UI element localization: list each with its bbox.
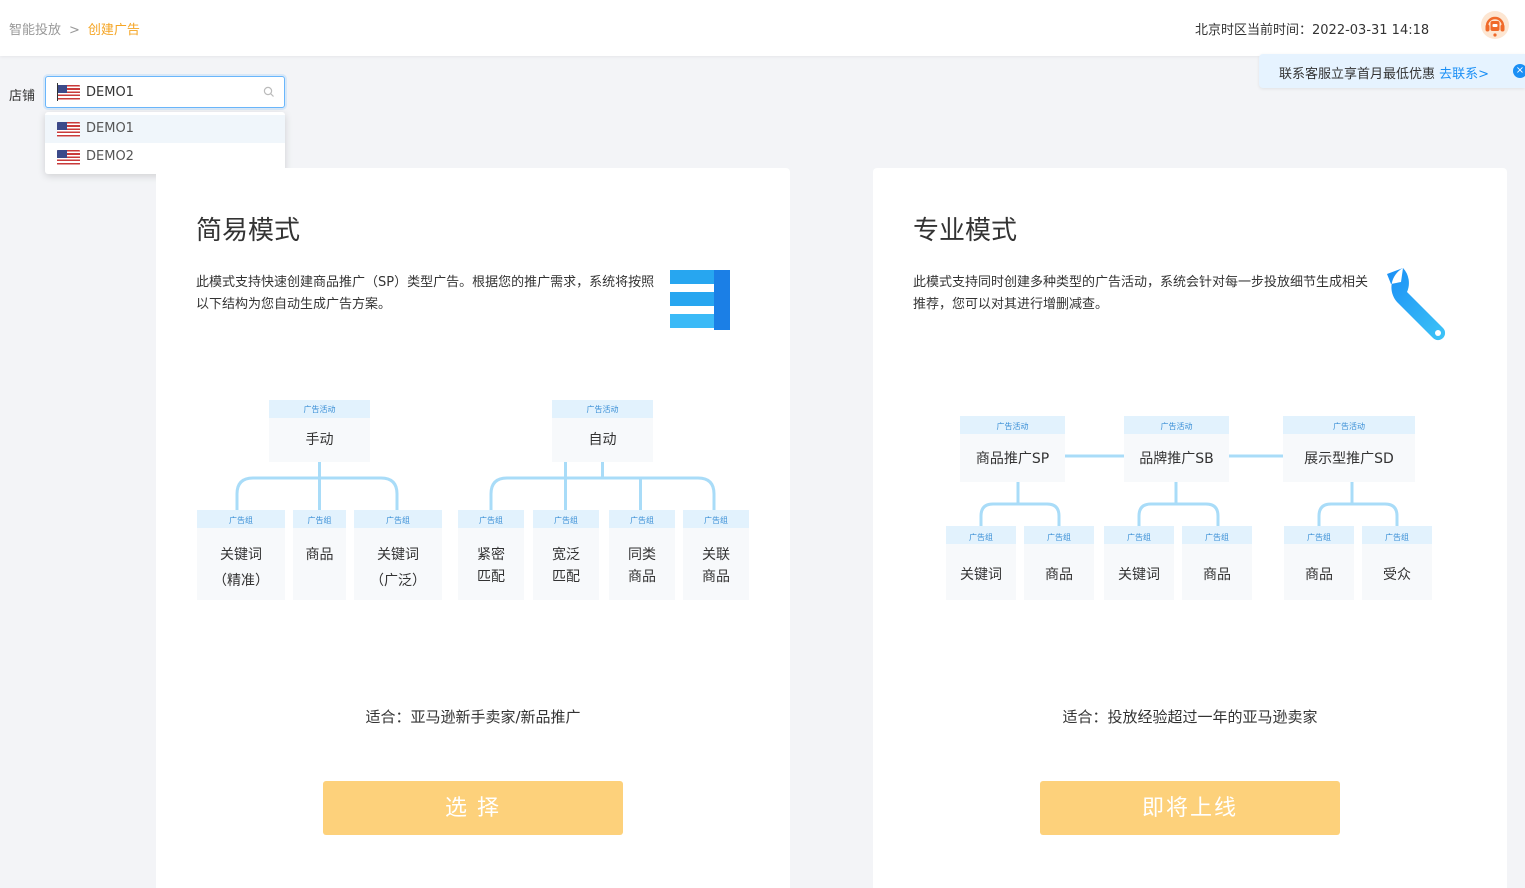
- shop-option-label: DEMO1: [86, 121, 134, 136]
- shop-select-value: DEMO1: [86, 85, 134, 100]
- ad-group-node: 广告组 紧密 匹配: [458, 510, 524, 600]
- promo-text: 联系客服立享首月最低优惠: [1279, 67, 1435, 82]
- svg-text:广告活动: 广告活动: [1333, 421, 1365, 431]
- promo-close-icon[interactable]: ×: [1513, 64, 1525, 78]
- customer-service-icon[interactable]: [1480, 10, 1510, 40]
- ad-group-node: 广告组 商品: [1024, 526, 1094, 600]
- svg-text:广告组: 广告组: [479, 515, 503, 525]
- svg-text:同类: 同类: [628, 547, 656, 563]
- shop-option-demo2[interactable]: DEMO2: [45, 143, 285, 171]
- svg-text:商品: 商品: [702, 569, 730, 585]
- ad-group-node: 广告组 关联 商品: [683, 510, 749, 600]
- svg-text:广告组: 广告组: [386, 515, 410, 525]
- svg-text:广告活动: 广告活动: [587, 404, 619, 414]
- pro-mode-card: 专业模式 此模式支持同时创建多种类型的广告活动，系统会针对每一步投放细节生成相关…: [873, 168, 1507, 888]
- breadcrumb-current: 创建广告: [88, 23, 140, 38]
- svg-text:宽泛: 宽泛: [552, 546, 580, 563]
- breadcrumb: 智能投放 > 创建广告: [9, 19, 140, 38]
- svg-text:商品: 商品: [1045, 567, 1073, 583]
- us-flag-icon: [57, 85, 80, 100]
- ad-group-node: 广告组 关键词: [946, 526, 1016, 600]
- svg-text:展示型推广SD: 展示型推广SD: [1304, 451, 1394, 467]
- svg-text:广告组: 广告组: [1127, 532, 1151, 542]
- shop-label: 店铺: [9, 85, 35, 104]
- svg-text:广告组: 广告组: [704, 515, 728, 525]
- promo-banner: 联系客服立享首月最低优惠 去联系> ×: [1259, 54, 1525, 88]
- svg-text:自动: 自动: [589, 432, 617, 448]
- svg-text:关键词: 关键词: [1118, 567, 1160, 583]
- svg-text:广告活动: 广告活动: [1161, 421, 1193, 431]
- ad-group-node: 广告组 宽泛 匹配: [533, 510, 599, 600]
- svg-text:商品: 商品: [1305, 567, 1333, 583]
- svg-text:商品推广SP: 商品推广SP: [976, 451, 1049, 467]
- svg-text:品牌推广SB: 品牌推广SB: [1139, 450, 1214, 467]
- ad-group-node: 广告组 同类 商品: [609, 510, 675, 600]
- svg-text:关键词: 关键词: [377, 547, 419, 563]
- svg-text:紧密: 紧密: [477, 546, 505, 563]
- svg-text:（广泛）: （广泛）: [370, 573, 426, 589]
- svg-text:匹配: 匹配: [552, 569, 580, 585]
- svg-text:商品: 商品: [306, 547, 334, 563]
- svg-text:广告组: 广告组: [308, 515, 332, 525]
- campaign-node-sd: 广告活动 展示型推广SD: [1283, 416, 1415, 482]
- svg-text:广告组: 广告组: [630, 515, 654, 525]
- ad-group-node: 广告组 商品: [1182, 526, 1252, 600]
- search-icon: [263, 86, 275, 98]
- svg-text:商品: 商品: [628, 569, 656, 585]
- us-flag-icon: [57, 122, 80, 137]
- pro-mode-suitable: 适合：投放经验超过一年的亚马逊卖家: [873, 706, 1507, 727]
- svg-text:广告组: 广告组: [554, 515, 578, 525]
- campaign-node-manual: 广告活动 手动: [269, 400, 370, 462]
- campaign-node-sp: 广告活动 商品推广SP: [960, 416, 1065, 482]
- svg-text:关键词: 关键词: [960, 567, 1002, 583]
- svg-text:广告活动: 广告活动: [304, 404, 336, 414]
- svg-text:关联: 关联: [702, 547, 730, 563]
- coming-soon-button[interactable]: 即将上线: [1040, 781, 1340, 835]
- text-cursor: [57, 83, 58, 101]
- ad-group-node: 广告组 关键词 （精准）: [197, 510, 285, 600]
- svg-text:广告组: 广告组: [229, 515, 253, 525]
- svg-text:手动: 手动: [306, 432, 334, 448]
- campaign-node-sb: 广告活动 品牌推广SB: [1124, 416, 1229, 482]
- breadcrumb-separator: >: [69, 23, 80, 38]
- beijing-time: 北京时区当前时间：2022-03-31 14:18: [1195, 19, 1429, 38]
- ad-group-node: 广告组 关键词 （广泛）: [354, 510, 442, 600]
- svg-text:匹配: 匹配: [477, 569, 505, 585]
- select-button[interactable]: 选 择: [323, 781, 623, 835]
- campaign-node-auto: 广告活动 自动: [552, 400, 653, 462]
- svg-text:广告活动: 广告活动: [997, 421, 1029, 431]
- shop-option-label: DEMO2: [86, 149, 134, 164]
- svg-text:广告组: 广告组: [1047, 532, 1071, 542]
- svg-text:受众: 受众: [1383, 567, 1411, 583]
- svg-text:（精准）: （精准）: [213, 573, 269, 589]
- svg-text:广告组: 广告组: [969, 532, 993, 542]
- shop-dropdown: DEMO1 DEMO2: [45, 112, 285, 174]
- ad-group-node: 广告组 受众: [1362, 526, 1432, 600]
- svg-text:广告组: 广告组: [1205, 532, 1229, 542]
- ad-group-node: 广告组 关键词: [1104, 526, 1174, 600]
- breadcrumb-parent[interactable]: 智能投放: [9, 23, 61, 38]
- shop-option-demo1[interactable]: DEMO1: [45, 115, 285, 143]
- simple-mode-suitable: 适合：亚马逊新手卖家/新品推广: [156, 706, 790, 727]
- simple-mode-card: 简易模式 此模式支持快速创建商品推广（SP）类型广告。根据您的推广需求，系统将按…: [156, 168, 790, 888]
- ad-group-node: 广告组 商品: [293, 510, 346, 600]
- ad-group-node: 广告组 商品: [1284, 526, 1354, 600]
- us-flag-icon: [57, 150, 80, 165]
- svg-text:商品: 商品: [1203, 567, 1231, 583]
- simple-structure-diagram: 广告活动 手动 广告活动 自动 广告组 关键词 （精准） 广告组 商品: [156, 168, 790, 618]
- promo-contact-link[interactable]: 去联系>: [1439, 67, 1489, 82]
- shop-select[interactable]: DEMO1: [45, 76, 285, 108]
- top-bar: 智能投放 > 创建广告 北京时区当前时间：2022-03-31 14:18: [0, 0, 1525, 56]
- svg-text:关键词: 关键词: [220, 547, 262, 563]
- svg-text:广告组: 广告组: [1385, 532, 1409, 542]
- svg-text:广告组: 广告组: [1307, 532, 1331, 542]
- pro-structure-diagram: 广告活动 商品推广SP 广告活动 品牌推广SB 广告活动 展示型推广SD 广告组…: [873, 168, 1507, 618]
